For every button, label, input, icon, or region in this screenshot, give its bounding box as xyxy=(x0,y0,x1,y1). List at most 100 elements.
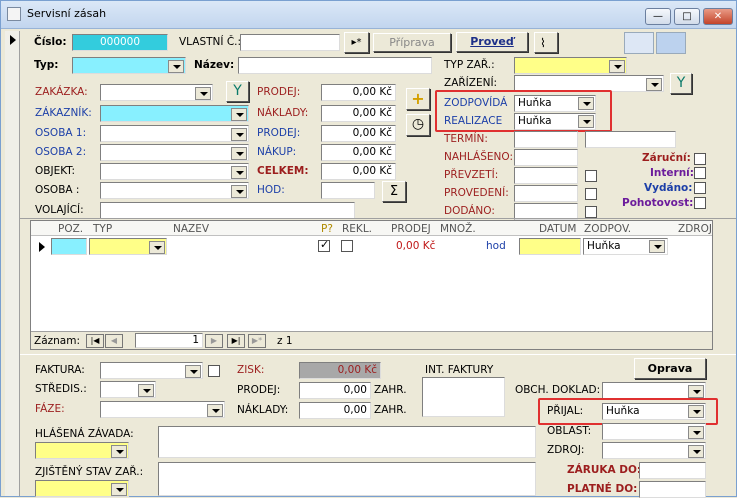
hod-field[interactable] xyxy=(321,182,375,199)
faktura-checkbox[interactable] xyxy=(208,365,220,377)
nazev-field[interactable] xyxy=(238,57,432,74)
nahlaseno-field[interactable] xyxy=(514,149,578,166)
row-prodej: 0,00 Kč xyxy=(396,240,436,252)
zdroj-combo[interactable] xyxy=(602,442,706,459)
hlasena-zavada-text[interactable] xyxy=(158,426,536,458)
nakup-field[interactable]: 0,00 Kč xyxy=(321,144,396,161)
row-typ[interactable] xyxy=(89,238,167,255)
zjisteny-stav-combo[interactable] xyxy=(35,480,129,497)
osoba1-combo[interactable] xyxy=(100,125,249,142)
typ-label: Typ: xyxy=(34,59,59,71)
celkem-field[interactable]: 0,00 Kč xyxy=(321,163,396,180)
volajici-field[interactable] xyxy=(100,202,355,219)
prodej-field[interactable]: 0,00 Kč xyxy=(321,84,396,101)
prevzeti-checkbox[interactable] xyxy=(585,170,597,182)
chevron-down-icon[interactable] xyxy=(149,241,165,254)
chevron-down-icon[interactable] xyxy=(138,384,154,397)
chevron-down-icon[interactable] xyxy=(609,60,625,73)
pohotovost-checkbox[interactable] xyxy=(694,197,706,209)
highlight-box xyxy=(538,398,718,425)
col-zodpov: ZODPOV. xyxy=(584,223,632,235)
vydano-checkbox[interactable] xyxy=(694,182,706,194)
naklady-field[interactable]: 0,00 Kč xyxy=(321,105,396,122)
next-record-button[interactable]: ▶ xyxy=(205,334,223,348)
row-poz[interactable] xyxy=(51,238,87,255)
record-number-field[interactable]: 1 xyxy=(135,333,203,348)
record-selector[interactable] xyxy=(5,31,20,496)
chevron-down-icon[interactable] xyxy=(111,483,127,496)
typ-zar-combo[interactable] xyxy=(514,57,627,74)
cislo-field[interactable]: 000000 xyxy=(72,34,168,51)
objekt-combo[interactable] xyxy=(100,163,249,180)
zakazka-combo[interactable] xyxy=(100,84,213,101)
faktura-combo[interactable] xyxy=(100,362,203,379)
add-button[interactable]: + xyxy=(406,88,430,110)
termin-field[interactable] xyxy=(514,131,578,148)
chevron-down-icon[interactable] xyxy=(231,147,247,160)
chevron-down-icon[interactable] xyxy=(168,60,184,73)
naklady-b-field[interactable]: 0,00 xyxy=(299,402,371,419)
table-row[interactable]: 0,00 Kč hod Huňka xyxy=(31,238,712,255)
zjisteny-stav-text[interactable] xyxy=(158,462,536,496)
chevron-down-icon[interactable] xyxy=(688,426,704,439)
chevron-down-icon[interactable] xyxy=(231,128,247,141)
typ-combo[interactable] xyxy=(72,57,186,74)
last-record-button[interactable]: ▶| xyxy=(227,334,245,348)
chevron-down-icon[interactable] xyxy=(185,365,201,378)
dodano-checkbox[interactable] xyxy=(585,206,597,218)
zaruka-do-field[interactable] xyxy=(639,462,706,479)
faze-combo[interactable] xyxy=(100,401,225,418)
minimize-button[interactable]: — xyxy=(645,8,671,25)
col-mnoz: MNOŽ. xyxy=(440,223,476,235)
clock-button[interactable]: ◷ xyxy=(406,114,430,136)
chevron-down-icon[interactable] xyxy=(688,445,704,458)
hlasena-zavada-combo[interactable] xyxy=(35,442,129,459)
provedeni-checkbox[interactable] xyxy=(585,188,597,200)
chevron-down-icon[interactable] xyxy=(231,108,247,121)
chevron-down-icon[interactable] xyxy=(231,166,247,179)
filter-button[interactable]: Y xyxy=(226,81,249,102)
chevron-down-icon[interactable] xyxy=(231,185,247,198)
prevzeti-field[interactable] xyxy=(514,167,578,184)
celkem-label: CELKEM: xyxy=(257,165,309,177)
int-faktury-list[interactable] xyxy=(422,377,505,417)
chevron-down-icon[interactable] xyxy=(111,445,127,458)
row-rekl-checkbox[interactable] xyxy=(341,240,353,252)
row-datum[interactable] xyxy=(519,238,581,255)
obch-doklad-combo[interactable] xyxy=(602,382,706,399)
termin-field-2[interactable] xyxy=(585,131,676,148)
osoba-combo[interactable] xyxy=(100,182,249,199)
interni-checkbox[interactable] xyxy=(694,167,706,179)
close-button[interactable]: ✕ xyxy=(703,8,733,25)
zarucni-checkbox[interactable] xyxy=(694,153,706,165)
first-record-button[interactable]: |◀ xyxy=(86,334,104,348)
provest-button[interactable]: Proveď xyxy=(456,32,528,52)
col-zdroj: ZDROJ xyxy=(678,223,712,235)
prev-record-button[interactable]: ◀ xyxy=(105,334,123,348)
stredis-combo[interactable] xyxy=(100,381,156,398)
device-filter-button[interactable]: Y xyxy=(670,73,692,94)
oblast-combo[interactable] xyxy=(602,423,706,440)
broom-button[interactable]: ⌇ xyxy=(534,32,558,53)
provedeni-field[interactable] xyxy=(514,185,578,202)
prodej2-field[interactable]: 0,00 Kč xyxy=(321,125,396,142)
new-record-button[interactable]: ▸* xyxy=(344,32,369,53)
chevron-down-icon[interactable] xyxy=(207,404,223,417)
new-row-button[interactable]: ▶* xyxy=(248,334,266,348)
priprava-button[interactable]: Příprava xyxy=(373,33,451,52)
sum-button[interactable]: Σ xyxy=(382,181,406,202)
chevron-down-icon[interactable] xyxy=(646,78,662,91)
oprava-button[interactable]: Oprava xyxy=(634,358,706,379)
row-p-checkbox[interactable] xyxy=(318,238,330,252)
chevron-down-icon[interactable] xyxy=(688,385,704,398)
platne-do-field[interactable] xyxy=(639,481,706,498)
vlastni-field[interactable] xyxy=(240,34,340,51)
ruler-icon xyxy=(624,32,654,54)
osoba2-combo[interactable] xyxy=(100,144,249,161)
zakaznik-combo[interactable] xyxy=(100,105,249,122)
maximize-button[interactable]: □ xyxy=(674,8,700,25)
chevron-down-icon[interactable] xyxy=(649,240,665,253)
chevron-down-icon[interactable] xyxy=(195,87,211,100)
record-count: z 1 xyxy=(277,335,293,347)
prodej-b-field[interactable]: 0,00 xyxy=(299,382,371,399)
